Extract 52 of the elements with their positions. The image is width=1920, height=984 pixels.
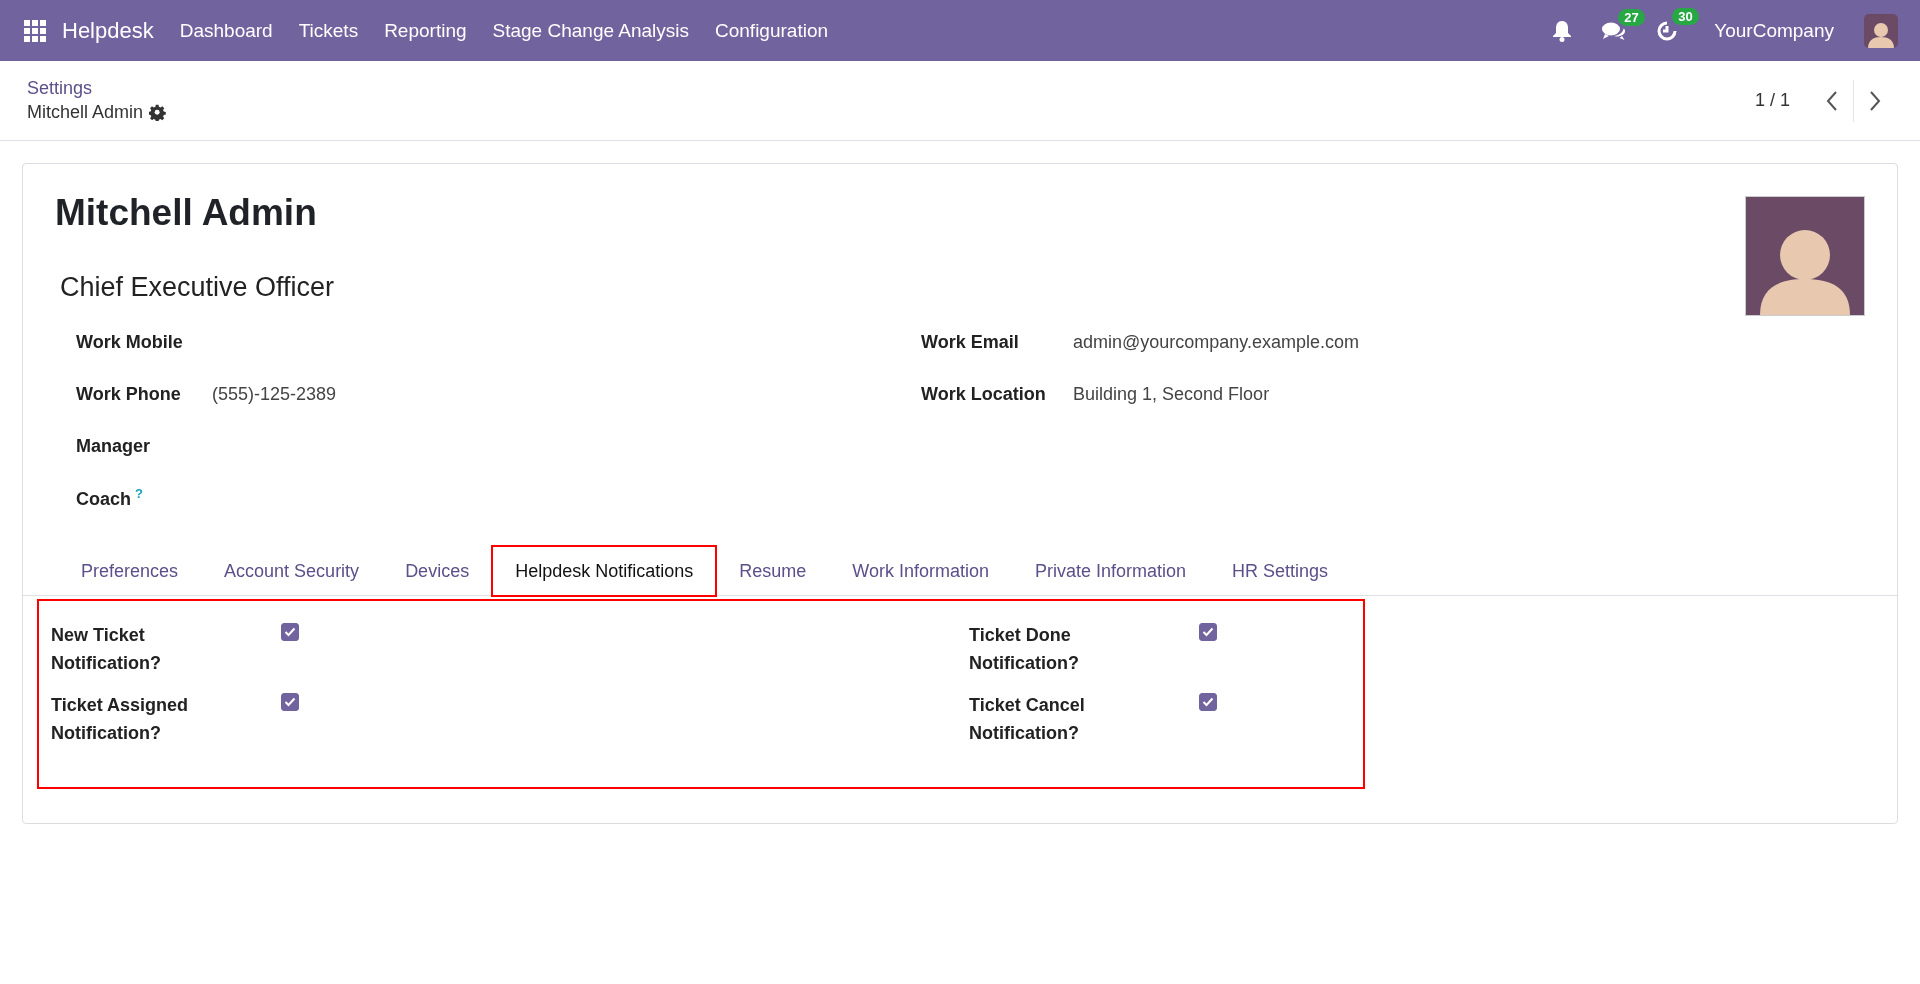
checkmark-icon: [284, 627, 296, 637]
checkbox[interactable]: [1199, 693, 1217, 711]
tab[interactable]: Resume: [716, 546, 830, 596]
field-label: Manager: [76, 435, 151, 456]
employee-name: Mitchell Admin: [55, 192, 318, 234]
checkmark-icon: [284, 697, 296, 707]
clock-icon[interactable]: [1656, 19, 1679, 42]
checkbox[interactable]: [281, 623, 299, 641]
menu-item[interactable]: Tickets: [298, 19, 359, 42]
field-value[interactable]: admin@yourcompany.example.com: [1073, 331, 1360, 353]
tab[interactable]: Account Security: [201, 546, 383, 596]
job-title: Chief Executive Officer: [60, 272, 335, 303]
tab[interactable]: Devices: [382, 546, 493, 596]
menu-item[interactable]: Configuration: [715, 19, 829, 42]
field-value[interactable]: Building 1, Second Floor: [1073, 383, 1270, 405]
breadcrumb-link[interactable]: Settings: [27, 78, 167, 99]
checkmark-icon: [1202, 697, 1214, 707]
field-label: Work Phone: [76, 383, 181, 404]
app-name[interactable]: Helpdesk: [62, 17, 154, 44]
field-label: Coach: [76, 489, 131, 509]
tab[interactable]: Private Information: [1012, 546, 1210, 596]
setting-label: Ticket Assigned Notification?: [51, 694, 190, 745]
checkbox[interactable]: [281, 693, 299, 711]
tab[interactable]: Helpdesk Notifications: [492, 546, 717, 596]
bell-icon[interactable]: [1552, 19, 1573, 42]
tab[interactable]: Work Information: [829, 546, 1012, 596]
chat-icon[interactable]: [1602, 20, 1627, 41]
activity-count-badge: 30: [1672, 7, 1699, 25]
pager-value: 1 / 1: [1754, 90, 1790, 111]
field-label: Work Mobile: [76, 331, 183, 352]
message-count-badge: 27: [1618, 8, 1645, 26]
chevron-left-icon: [1825, 90, 1838, 111]
setting-label: Ticket Cancel Notification?: [969, 694, 1086, 745]
menu-item[interactable]: Reporting: [384, 19, 467, 42]
company-name[interactable]: YourCompany: [1714, 19, 1834, 42]
apps-menu-icon[interactable]: [24, 19, 46, 42]
menu-item[interactable]: Dashboard: [179, 19, 273, 42]
employee-photo[interactable]: [1745, 196, 1865, 316]
setting-label: New Ticket Notification?: [51, 624, 162, 675]
menu-item[interactable]: Stage Change Analysis: [492, 19, 689, 42]
checkbox[interactable]: [1199, 623, 1217, 641]
tab[interactable]: Preferences: [58, 546, 202, 596]
breadcrumb-current: Mitchell Admin: [27, 102, 144, 123]
user-avatar[interactable]: [1864, 13, 1898, 48]
setting-label: Ticket Done Notification?: [969, 624, 1080, 675]
field-label: Work Location: [921, 383, 1046, 404]
chevron-right-icon: [1869, 90, 1881, 111]
field-value[interactable]: (555)-125-2389: [212, 383, 337, 405]
field-label: Work Email: [921, 331, 1019, 352]
tab[interactable]: HR Settings: [1209, 546, 1352, 596]
gear-icon[interactable]: [149, 104, 167, 121]
checkmark-icon: [1202, 627, 1214, 637]
